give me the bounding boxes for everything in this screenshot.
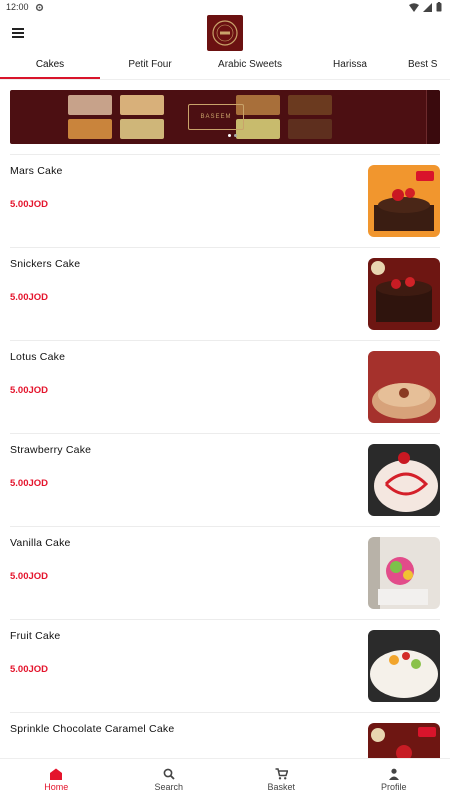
product-image xyxy=(368,351,440,423)
signal-icon xyxy=(423,2,432,12)
tab-best-sellers[interactable]: Best S xyxy=(400,54,450,79)
wifi-icon xyxy=(409,2,419,12)
product-image xyxy=(368,537,440,609)
cake-photo xyxy=(368,165,440,237)
menu-icon-bar xyxy=(12,28,24,30)
banner-pagination xyxy=(228,134,237,137)
product-name: Snickers Cake xyxy=(10,258,81,270)
list-item[interactable]: Mars Cake 5.00JOD xyxy=(10,154,440,247)
product-price: 5.00JOD xyxy=(10,571,49,582)
product-price: 5.00JOD xyxy=(10,664,49,675)
menu-icon-bar xyxy=(12,36,24,38)
product-name: Fruit Cake xyxy=(10,630,61,642)
promo-banner[interactable]: BASEEM xyxy=(10,90,440,144)
app-header xyxy=(0,14,450,54)
product-name: Vanilla Cake xyxy=(10,537,71,549)
product-price: 5.00JOD xyxy=(10,385,49,396)
tab-arabic-sweets[interactable]: Arabic Sweets xyxy=(200,54,300,79)
list-item[interactable]: Strawberry Cake 5.00JOD xyxy=(10,433,440,526)
banner-image xyxy=(120,95,164,115)
bottom-navigation: Home Search Basket Profile xyxy=(0,758,450,800)
battery-icon xyxy=(436,2,442,12)
home-icon xyxy=(50,768,63,780)
banner-next-button[interactable] xyxy=(426,90,440,144)
banner-image xyxy=(288,119,332,139)
product-price: 5.00JOD xyxy=(10,292,49,303)
cake-photo xyxy=(368,258,440,330)
logo-icon xyxy=(212,20,238,46)
product-name: Mars Cake xyxy=(10,165,63,177)
category-tabs: Cakes Petit Four Arabic Sweets Harissa B… xyxy=(0,54,450,80)
list-item[interactable]: Snickers Cake 5.00JOD xyxy=(10,247,440,340)
product-image xyxy=(368,165,440,237)
product-image xyxy=(368,258,440,330)
cart-icon xyxy=(275,767,288,779)
nav-profile[interactable]: Profile xyxy=(338,759,450,800)
product-name: Lotus Cake xyxy=(10,351,66,363)
status-left: 12:00 xyxy=(6,2,44,12)
cake-photo xyxy=(368,537,440,609)
nav-search-label: Search xyxy=(154,781,184,792)
bakery-logo xyxy=(207,15,243,51)
product-image xyxy=(368,444,440,516)
tab-petit-four[interactable]: Petit Four xyxy=(100,54,200,79)
nav-search[interactable]: Search xyxy=(113,759,226,800)
cake-photo xyxy=(368,444,440,516)
menu-button[interactable] xyxy=(12,26,28,40)
tab-cakes[interactable]: Cakes xyxy=(0,54,100,79)
list-item[interactable]: Fruit Cake 5.00JOD xyxy=(10,619,440,712)
cake-photo xyxy=(368,630,440,702)
nav-basket-label: Basket xyxy=(267,781,295,792)
product-price: 5.00JOD xyxy=(10,478,49,489)
tab-harissa[interactable]: Harissa xyxy=(300,54,400,79)
search-icon xyxy=(163,768,175,780)
nav-home[interactable]: Home xyxy=(0,759,113,800)
banner-brand: BASEEM xyxy=(188,104,244,130)
nav-profile-label: Profile xyxy=(380,781,407,792)
product-price: 5.00JOD xyxy=(10,199,49,210)
nav-home-label: Home xyxy=(44,781,69,792)
gear-icon xyxy=(35,3,43,11)
nav-basket[interactable]: Basket xyxy=(225,759,338,800)
menu-icon-bar xyxy=(12,32,24,34)
list-item[interactable]: Vanilla Cake 5.00JOD xyxy=(10,526,440,619)
product-list: Mars Cake 5.00JOD Snickers Cake 5.00JOD xyxy=(10,154,440,800)
status-bar: 12:00 xyxy=(0,0,450,14)
list-item[interactable]: Lotus Cake 5.00JOD xyxy=(10,340,440,433)
status-right xyxy=(409,2,442,12)
banner-dot-active xyxy=(228,134,231,137)
product-name: Strawberry Cake xyxy=(10,444,92,456)
banner-brand-text: BASEEM xyxy=(200,114,232,120)
banner-image xyxy=(68,119,112,139)
banner-dot xyxy=(234,134,237,137)
product-image xyxy=(368,630,440,702)
status-time: 12:00 xyxy=(6,2,29,12)
profile-icon xyxy=(388,768,399,780)
banner-image xyxy=(120,119,164,139)
banner-image xyxy=(288,95,332,115)
banner-image xyxy=(68,95,112,115)
product-name: Sprinkle Chocolate Caramel Cake xyxy=(10,723,175,735)
cake-photo xyxy=(368,351,440,423)
